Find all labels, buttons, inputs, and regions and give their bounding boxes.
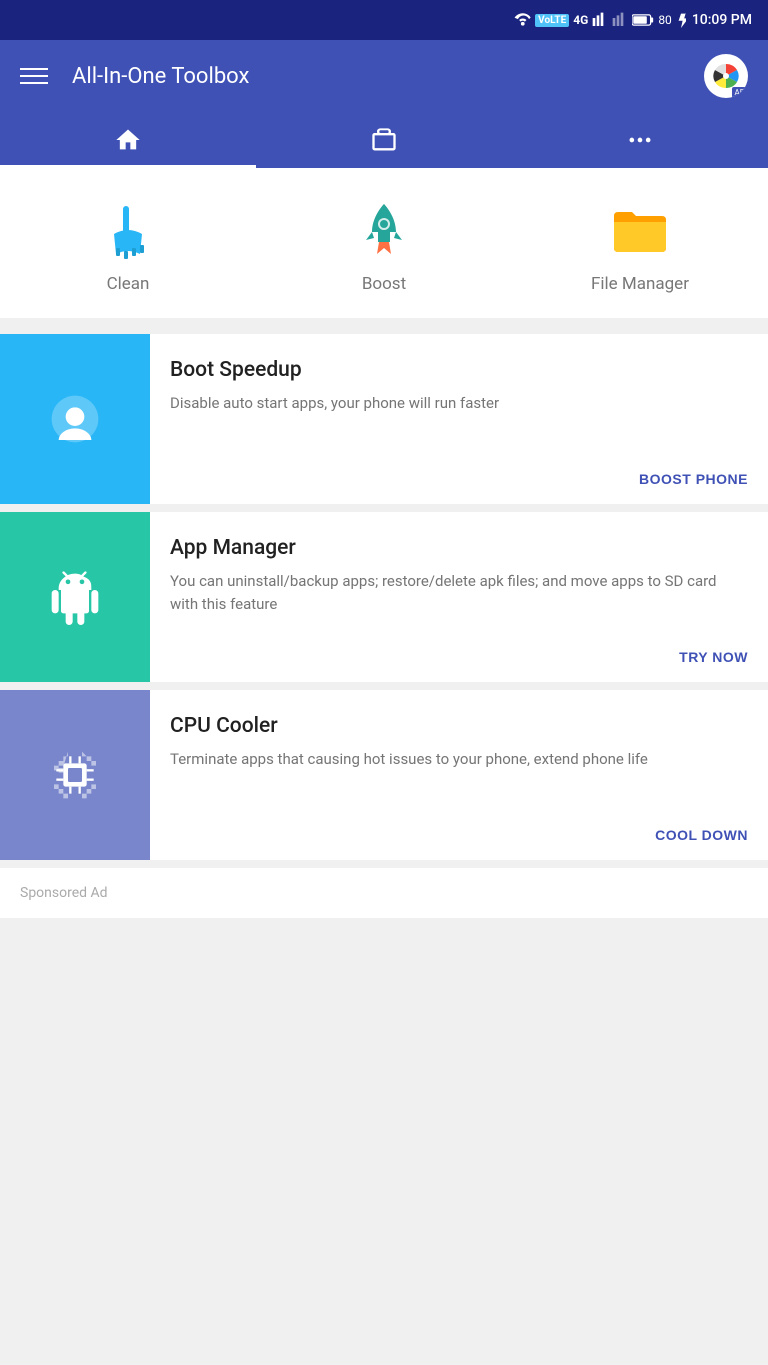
cool-down-button[interactable]: COOL DOWN xyxy=(655,827,748,843)
ad-icon[interactable]: AD xyxy=(704,54,748,98)
battery-percent: 80 xyxy=(658,13,672,27)
signal-r-icon xyxy=(612,12,628,28)
folder-icon xyxy=(608,198,672,262)
cpu-cooler-icon xyxy=(47,747,103,803)
status-icons: VoLTE 4G 80 xyxy=(513,11,686,29)
card-app-manager: App Manager You can uninstall/backup app… xyxy=(0,512,768,682)
action-clean[interactable]: Clean xyxy=(38,198,218,294)
app-manager-action: TRY NOW xyxy=(170,647,748,666)
card-cpu-cooler: CPU Cooler Terminate apps that causing h… xyxy=(0,690,768,860)
battery-icon xyxy=(632,13,654,27)
cpu-cooler-icon-col xyxy=(0,690,150,860)
cpu-cooler-content: CPU Cooler Terminate apps that causing h… xyxy=(150,690,768,860)
sponsored-label: Sponsored Ad xyxy=(20,885,108,901)
charging-icon xyxy=(676,12,686,28)
nav-tabs xyxy=(0,112,768,168)
boot-speedup-title-area: Boot Speedup Disable auto start apps, yo… xyxy=(170,358,748,415)
cpu-cooler-title-area: CPU Cooler Terminate apps that causing h… xyxy=(170,714,748,771)
file-manager-icon-container xyxy=(608,198,672,262)
cpu-cooler-action: COOL DOWN xyxy=(170,825,748,844)
boost-label: Boost xyxy=(362,274,406,294)
cpu-cooler-desc: Terminate apps that causing hot issues t… xyxy=(170,748,748,771)
volte-badge: VoLTE xyxy=(535,14,569,27)
clean-icon-container xyxy=(96,198,160,262)
tab-home[interactable] xyxy=(0,112,256,168)
app-manager-title: App Manager xyxy=(170,536,748,560)
quick-actions: Clean Boost File Manager xyxy=(0,168,768,318)
boost-icon-container xyxy=(352,198,416,262)
try-now-button[interactable]: TRY NOW xyxy=(679,649,748,665)
app-manager-icon xyxy=(47,569,103,625)
home-icon xyxy=(114,126,142,154)
boot-speedup-title: Boot Speedup xyxy=(170,358,748,382)
file-manager-label: File Manager xyxy=(591,274,689,294)
boot-speedup-desc: Disable auto start apps, your phone will… xyxy=(170,392,748,415)
briefcase-icon xyxy=(370,126,398,154)
action-file-manager[interactable]: File Manager xyxy=(550,198,730,294)
boot-speedup-action: BOOST PHONE xyxy=(170,469,748,488)
boot-speedup-icon-col xyxy=(0,334,150,504)
boot-speedup-content: Boot Speedup Disable auto start apps, yo… xyxy=(150,334,768,504)
boost-icon xyxy=(352,198,416,262)
4g-badge: 4G xyxy=(573,13,588,27)
signal-icon xyxy=(592,12,608,28)
boost-phone-button[interactable]: BOOST PHONE xyxy=(639,471,748,487)
app-title: All-In-One Toolbox xyxy=(72,64,680,89)
menu-button[interactable] xyxy=(20,68,48,84)
cpu-cooler-title: CPU Cooler xyxy=(170,714,748,738)
boot-speedup-icon xyxy=(47,391,103,447)
app-manager-content: App Manager You can uninstall/backup app… xyxy=(150,512,768,682)
status-time: 10:09 PM xyxy=(692,12,752,28)
tab-tools[interactable] xyxy=(256,112,512,168)
app-header: All-In-One Toolbox AD xyxy=(0,40,768,112)
card-boot-speedup: Boot Speedup Disable auto start apps, yo… xyxy=(0,334,768,504)
sponsored-ad: Sponsored Ad xyxy=(0,868,768,918)
wifi-calling-icon xyxy=(513,11,531,29)
more-icon xyxy=(626,126,654,154)
app-manager-title-area: App Manager You can uninstall/backup app… xyxy=(170,536,748,615)
app-manager-desc: You can uninstall/backup apps; restore/d… xyxy=(170,570,748,615)
action-boost[interactable]: Boost xyxy=(294,198,474,294)
app-manager-icon-col xyxy=(0,512,150,682)
ad-label: AD xyxy=(732,87,748,98)
clean-icon xyxy=(96,198,160,262)
tab-more[interactable] xyxy=(512,112,768,168)
status-bar: VoLTE 4G 80 10:09 PM xyxy=(0,0,768,40)
cards-section: Boot Speedup Disable auto start apps, yo… xyxy=(0,318,768,934)
clean-label: Clean xyxy=(107,274,150,294)
